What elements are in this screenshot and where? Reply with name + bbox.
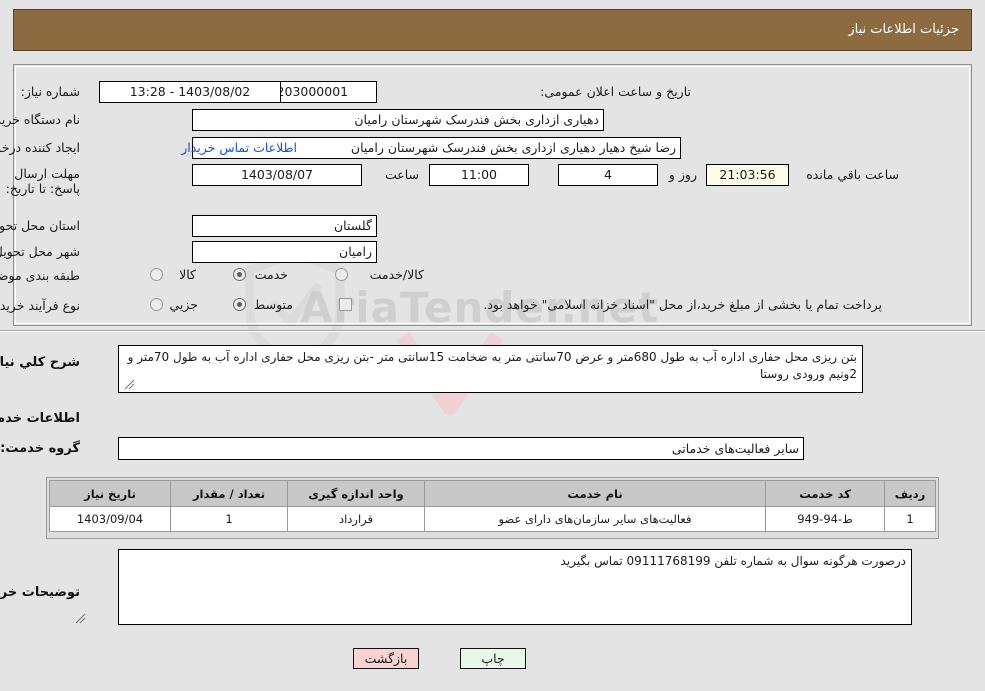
radio-category-kala-label: کالا: [179, 267, 196, 282]
category-label: طبقه بندی موضوعی:: [0, 268, 80, 283]
col-unit: واحد اندازه گیری: [287, 480, 425, 507]
col-row: ردیف: [884, 480, 936, 507]
resize-grip-notes-icon[interactable]: [75, 613, 86, 624]
radio-process-jozii[interactable]: [150, 298, 163, 311]
page-root: AriaTender.net جزئیات اطلاعات نیاز شماره…: [0, 0, 985, 691]
buyer-notes-textarea[interactable]: درصورت هرگونه سوال به شماره تلفن 0911176…: [118, 549, 912, 625]
radio-process-jozii-label: جزیي: [169, 297, 198, 312]
services-table-header-row: ردیف کد خدمت نام خدمت واحد اندازه گیری ت…: [49, 480, 936, 507]
buyer-notes-label: توضیحات خریدار:: [0, 585, 80, 600]
radio-category-kala[interactable]: [150, 268, 163, 281]
province-label: استان محل تحویل:: [0, 218, 80, 233]
print-button[interactable]: چاپ: [460, 648, 526, 669]
radio-process-motevaset-label: متوسط: [253, 297, 293, 312]
col-quantity: تعداد / مقدار: [170, 480, 288, 507]
cell-quantity: 1: [170, 506, 288, 532]
radio-category-khedmat[interactable]: [233, 268, 246, 281]
treasury-docs-checkbox[interactable]: [339, 298, 352, 311]
cell-date: 1403/09/04: [49, 506, 171, 532]
hour-label: ساعت: [384, 167, 419, 182]
treasury-docs-label: پرداخت تمام یا بخشی از مبلغ خرید،از محل …: [483, 297, 882, 312]
table-row[interactable]: 1 ط-94-949 فعالیت‌های سایر سازمان‌های دا…: [49, 506, 936, 532]
buyer-contact-link[interactable]: اطلاعات تماس خریدار: [181, 140, 297, 155]
col-name: نام خدمت: [424, 480, 766, 507]
services-table: ردیف کد خدمت نام خدمت واحد اندازه گیری ت…: [49, 480, 936, 532]
deadline-date-value: 1403/08/07: [192, 164, 362, 186]
buyer-org-value: دهیاری ازداری بخش فندرسک شهرستان رامیان: [192, 109, 604, 131]
request-creator-label: ایجاد کننده درخواست:: [0, 140, 80, 155]
remaining-days-value: 4: [558, 164, 658, 186]
radio-process-motevaset[interactable]: [233, 298, 246, 311]
service-group-value: سایر فعالیت‌های خدماتی: [118, 437, 804, 460]
radio-category-kala-khedmat-label: کالا/خدمت: [369, 267, 424, 282]
announce-datetime-value: 1403/08/02 - 13:28: [99, 81, 281, 103]
back-button[interactable]: بازگشت: [353, 648, 419, 669]
col-code: کد خدمت: [765, 480, 885, 507]
deadline-label: مهلت ارسال پاسخ: تا تاریخ:: [5, 166, 80, 196]
services-section-title: اطلاعات خدمات مورد نیاز: [0, 411, 80, 426]
province-value: گلستان: [192, 215, 377, 237]
days-label: روز و: [668, 167, 697, 182]
service-group-label: گروه خدمت:: [0, 441, 80, 456]
cell-row: 1: [884, 506, 936, 532]
process-type-label: نوع فرآیند خرید :: [0, 298, 80, 313]
countdown-value: 21:03:56: [706, 164, 789, 186]
summary-label: شرح کلي نیاز:: [0, 355, 80, 370]
countdown-label: ساعت باقي مانده: [806, 167, 899, 182]
city-label: شهر محل تحویل:: [0, 244, 80, 259]
radio-category-khedmat-label: خدمت: [254, 267, 288, 282]
deadline-time-value: 11:00: [429, 164, 529, 186]
radio-category-kala-khedmat[interactable]: [335, 268, 348, 281]
need-number-label: شماره نیاز:: [20, 84, 80, 99]
cell-unit: قرارداد: [287, 506, 425, 532]
section-divider-1-hi: [0, 331, 985, 332]
col-date: تاریخ نیاز: [49, 480, 171, 507]
cell-code: ط-94-949: [765, 506, 885, 532]
summary-textarea[interactable]: بتن ریزی محل حفاری اداره آب به طول 680مت…: [118, 345, 863, 393]
cell-name: فعالیت‌های سایر سازمان‌های دارای عضو: [424, 506, 766, 532]
city-value: رامیان: [192, 241, 377, 263]
announce-datetime-label: تاریخ و ساعت اعلان عمومی:: [540, 84, 691, 99]
buyer-org-label: نام دستگاه خریدار:: [0, 112, 80, 127]
